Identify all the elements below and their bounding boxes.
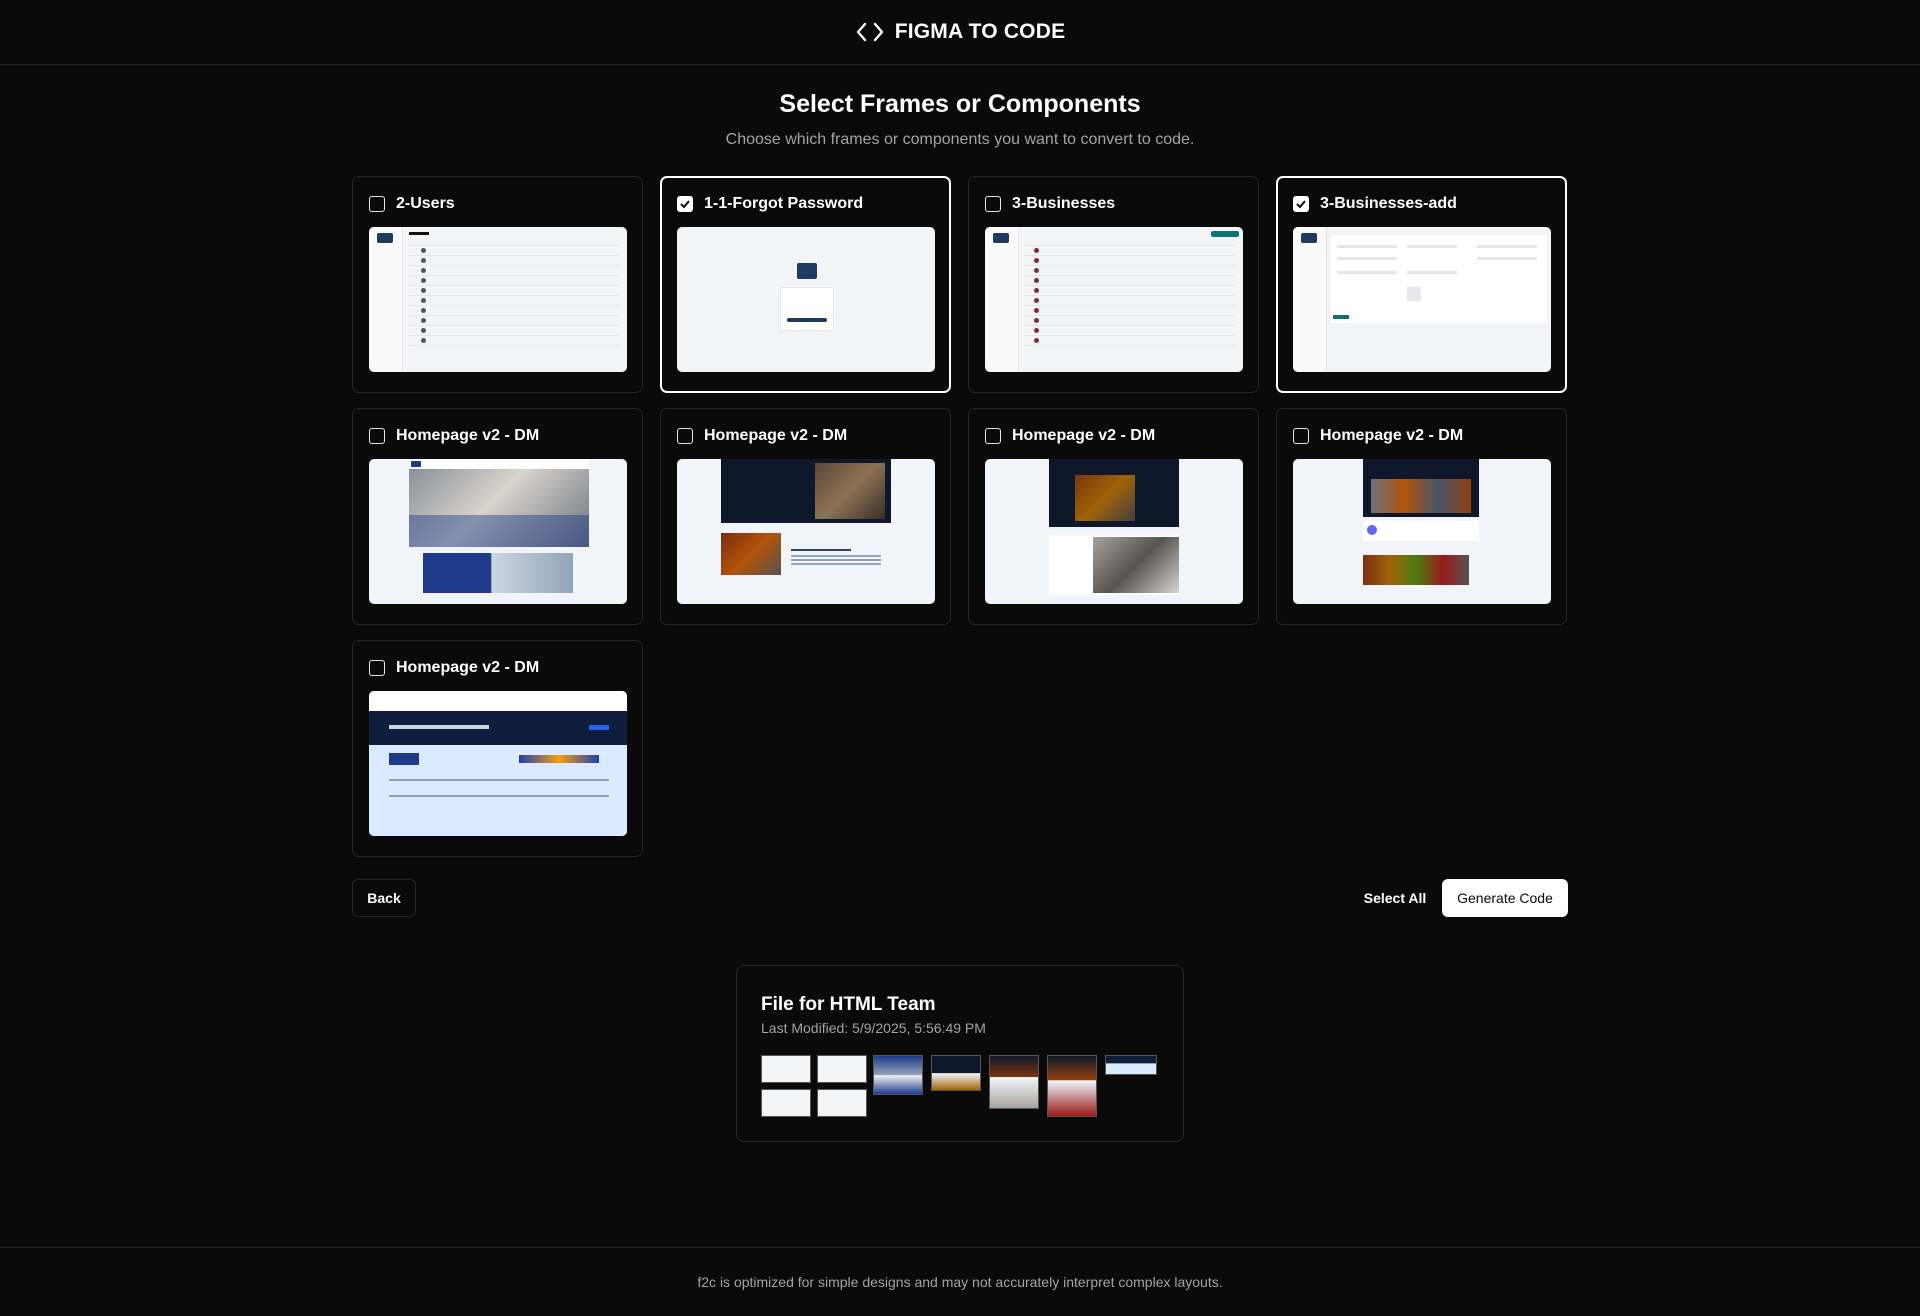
file-thumb [1105,1055,1157,1075]
file-thumb [873,1055,923,1095]
frame-checkbox[interactable] [985,428,1001,444]
frame-checkbox[interactable] [985,196,1001,212]
back-button[interactable]: Back [352,879,416,917]
frame-card[interactable]: 1-1-Forgot Password [660,176,951,393]
frame-label: 2-Users [396,195,455,212]
frame-thumbnail [369,227,627,372]
frame-thumbnail [369,691,627,836]
frame-label: Homepage v2 - DM [396,659,540,676]
frame-thumbnail [677,227,935,372]
frame-label: Homepage v2 - DM [1320,427,1464,444]
file-thumb [1047,1055,1097,1117]
file-thumb [761,1089,811,1117]
file-thumb [989,1055,1039,1109]
frame-checkbox[interactable] [677,428,693,444]
file-thumbnails [761,1055,1161,1121]
frame-checkbox[interactable] [369,428,385,444]
frames-grid: 2-Users 1-1-Forgot Password 3-Businesses… [352,176,1569,857]
frame-thumbnail [985,459,1243,604]
page-title: Select Frames or Components [779,90,1141,118]
frame-card[interactable]: Homepage v2 - DM [968,408,1259,625]
file-thumb [931,1055,981,1091]
generate-code-button[interactable]: Generate Code [1442,879,1568,917]
frame-thumbnail [369,459,627,604]
frame-thumbnail [677,459,935,604]
frame-thumbnail [985,227,1243,372]
frame-card[interactable]: 3-Businesses-add [1276,176,1567,393]
code-brackets-icon [855,21,885,43]
file-last-modified: Last Modified: 5/9/2025, 5:56:49 PM [761,1020,986,1036]
frame-checkbox[interactable] [677,196,693,212]
frame-card[interactable]: Homepage v2 - DM [352,408,643,625]
frame-card[interactable]: Homepage v2 - DM [352,640,643,857]
frame-checkbox[interactable] [369,196,385,212]
select-all-button[interactable]: Select All [1360,879,1430,917]
file-thumb [817,1055,867,1083]
file-thumb [817,1089,867,1117]
top-bar: FIGMA TO CODE [0,0,1920,65]
file-name: File for HTML Team [761,994,936,1015]
frame-label: 3-Businesses [1012,195,1116,212]
file-thumb [761,1055,811,1083]
frame-label: 3-Businesses-add [1320,195,1457,212]
frame-card[interactable]: Homepage v2 - DM [1276,408,1567,625]
app-title: FIGMA TO CODE [894,20,1066,43]
frame-checkbox[interactable] [1293,196,1309,212]
frame-card[interactable]: 3-Businesses [968,176,1259,393]
frame-card[interactable]: 2-Users [352,176,643,393]
frame-thumbnail [1293,227,1551,372]
frame-label: Homepage v2 - DM [704,427,848,444]
footer-note: f2c is optimized for simple designs and … [0,1247,1920,1316]
page-subtitle: Choose which frames or components you wa… [725,131,1195,148]
frame-label: Homepage v2 - DM [1012,427,1156,444]
frame-checkbox[interactable] [369,660,385,676]
frame-label: Homepage v2 - DM [396,427,540,444]
file-card[interactable]: File for HTML Team Last Modified: 5/9/20… [736,965,1184,1142]
frame-checkbox[interactable] [1293,428,1309,444]
frame-label: 1-1-Forgot Password [704,195,864,212]
frame-thumbnail [1293,459,1551,604]
frame-card[interactable]: Homepage v2 - DM [660,408,951,625]
